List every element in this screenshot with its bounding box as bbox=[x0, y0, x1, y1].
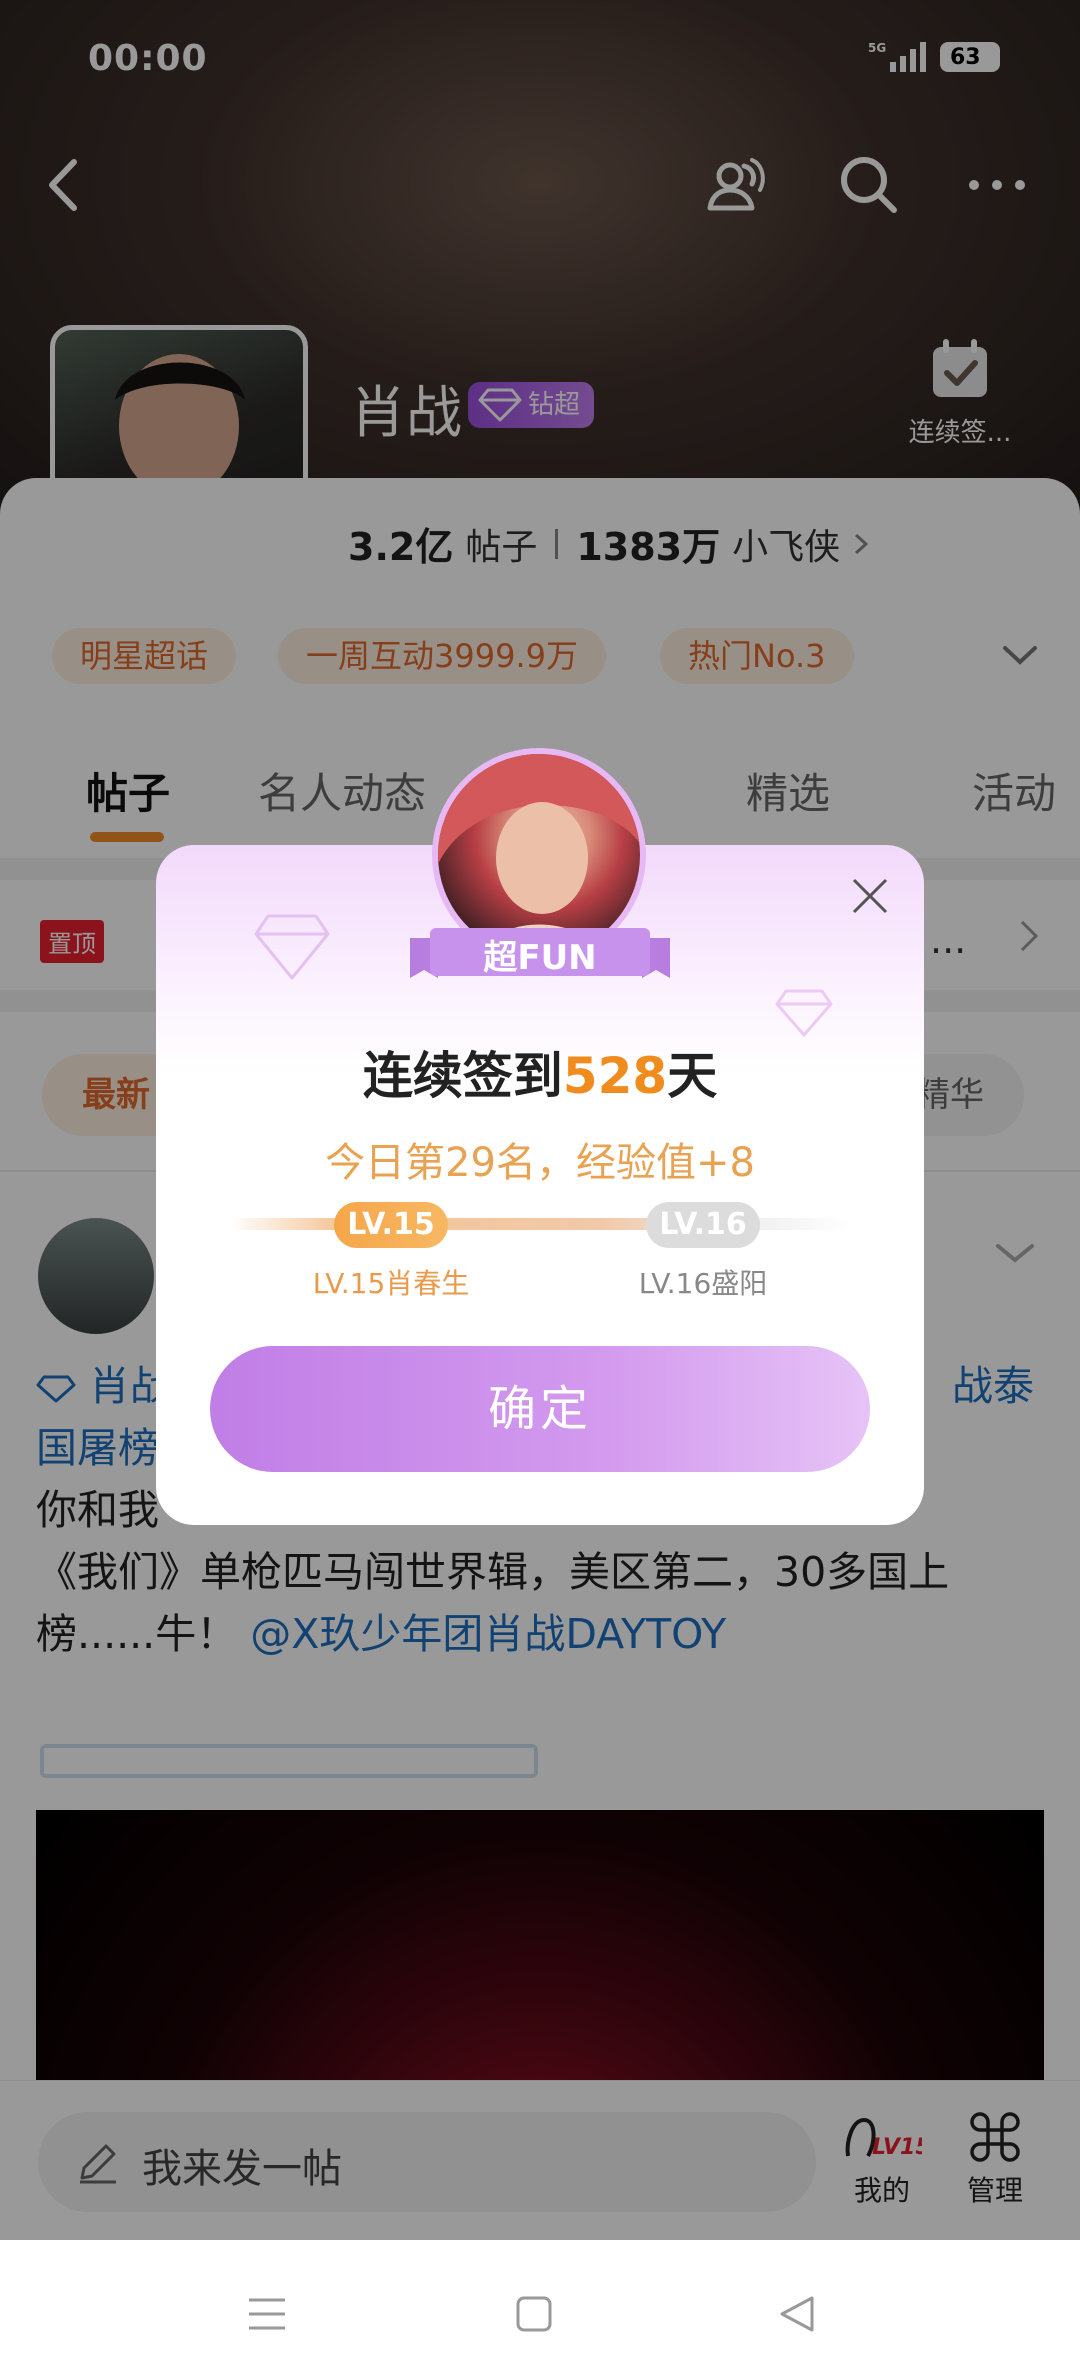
diamond-decoration-icon bbox=[254, 914, 330, 980]
close-icon bbox=[852, 878, 888, 914]
menu-icon bbox=[249, 2298, 285, 2330]
streak-days: 528 bbox=[562, 1047, 668, 1105]
system-nav-bar bbox=[0, 2240, 1080, 2374]
next-level-name: LV.16盛阳 bbox=[638, 1267, 768, 1300]
title-prefix: 连续签到 bbox=[362, 1047, 563, 1105]
back-triangle-icon bbox=[780, 2296, 814, 2332]
diamond-decoration-icon bbox=[775, 989, 833, 1037]
title-suffix: 天 bbox=[667, 1047, 718, 1105]
checkin-rank-subtitle: 今日第29名，经验值+8 bbox=[325, 1140, 755, 1186]
confirm-button[interactable]: 确定 bbox=[210, 1346, 870, 1472]
current-level-badge: LV.15 bbox=[334, 1202, 448, 1248]
close-button[interactable] bbox=[846, 872, 894, 920]
ribbon-label: 超FUN bbox=[483, 938, 597, 978]
next-level-badge: LV.16 bbox=[646, 1202, 760, 1248]
home-icon bbox=[516, 2296, 552, 2332]
checkin-streak-title: 连续签到528天 bbox=[156, 1036, 924, 1108]
current-level-name: LV.15肖春生 bbox=[312, 1267, 470, 1300]
